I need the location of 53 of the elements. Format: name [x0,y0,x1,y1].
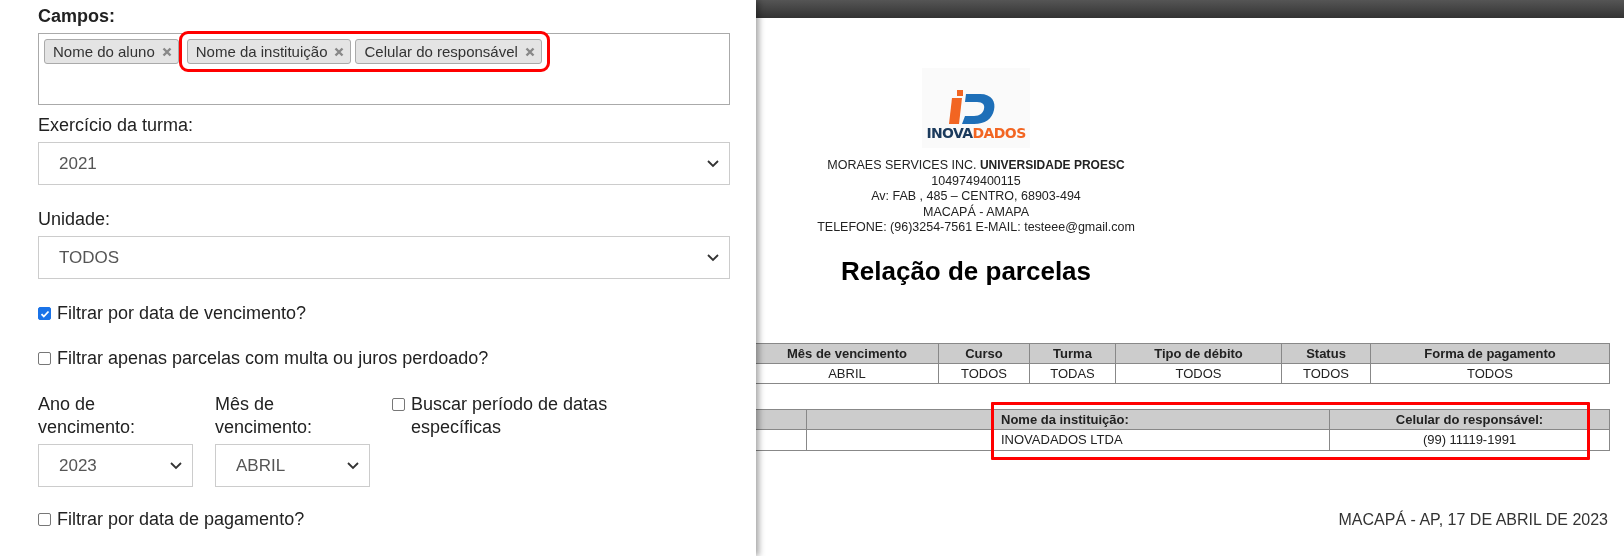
chevron-down-icon [170,461,182,470]
table-cell: TODOS [1371,363,1610,384]
checkbox[interactable] [38,352,51,365]
company-info-line: Av: FAB , 485 – CENTRO, 68903-494 [870,189,1082,204]
chevron-down-icon [707,253,719,262]
remove-icon[interactable] [334,46,345,57]
field-label: Unidade: [38,209,112,230]
table-header: Celular do responsável: [1330,408,1610,430]
chevron-down-icon [707,159,719,168]
checkbox[interactable] [392,398,405,411]
checkbox-label: Filtrar por data de vencimento? [57,303,307,324]
remove-icon[interactable] [161,46,172,57]
field-label: Exercício da turma: [38,115,195,136]
field-tag[interactable]: Celular do responsável [355,39,542,64]
field-tag[interactable]: Nome da instituição [186,39,352,64]
remove-icon[interactable] [524,46,535,57]
table-cell: (99) 11119-1991 [1330,429,1610,451]
checkbox-label: Buscar período de datas específicas [411,393,609,439]
company-logo: INOVADADOS [922,68,1030,148]
tag-input-field[interactable]: Nome do aluno Nome da instituição Celular do responsável [38,33,730,105]
year-select[interactable]: 2023 [38,444,193,487]
report-date: MACAPÁ - AP, 17 DE ABRIL DE 2023 [1338,510,1608,529]
checkbox[interactable] [38,307,51,320]
table-cell: TODAS [1030,363,1116,384]
table-header: Curso [939,342,1030,364]
company-info-line: TELEFONE: (96)3254-7561 E-MAIL: testeee@gmail.com [817,220,1135,236]
table-header: Mês de vencimento [756,342,939,364]
table-cell: TODOS [939,363,1030,384]
year-select[interactable]: 2021 [38,142,730,185]
field-label: Campos: [38,6,116,27]
company-info-line: MORAES SERVICES INC. UNIVERSIDADE PROESC [826,158,1126,174]
company-info-line: MACAPÁ - AMAPA [921,204,1030,220]
table-cell [756,429,807,451]
table-header: Turma [1030,342,1116,364]
unit-select[interactable]: TODOS [38,236,730,279]
checkbox-label: Filtrar apenas parcelas com multa ou juros perdoado? [57,348,489,369]
table-header: Nome da instituição: [993,408,1330,430]
chevron-down-icon [347,461,359,470]
field-label: Ano de vencimento: [38,393,137,439]
report-title: Relação de parcelas [841,255,1093,287]
field-tag[interactable]: Nome do aluno [44,39,179,64]
table-cell: ABRIL [756,363,939,384]
month-select[interactable]: ABRIL [215,444,370,487]
company-info-line: 1049749400115 [930,173,1022,189]
table-cell: TODOS [1116,363,1282,384]
table-header: Forma de pagamento [1371,342,1610,364]
table-cell: TODOS [1282,363,1371,384]
table-header: Tipo de débito [1116,342,1282,364]
checkbox[interactable] [38,513,51,526]
table-header: Status [1282,342,1371,364]
field-label: Mês de vencimento: [215,393,314,439]
checkbox-label: Filtrar por data de pagamento? [57,509,305,530]
table-cell: INOVADADOS LTDA [993,429,1330,451]
